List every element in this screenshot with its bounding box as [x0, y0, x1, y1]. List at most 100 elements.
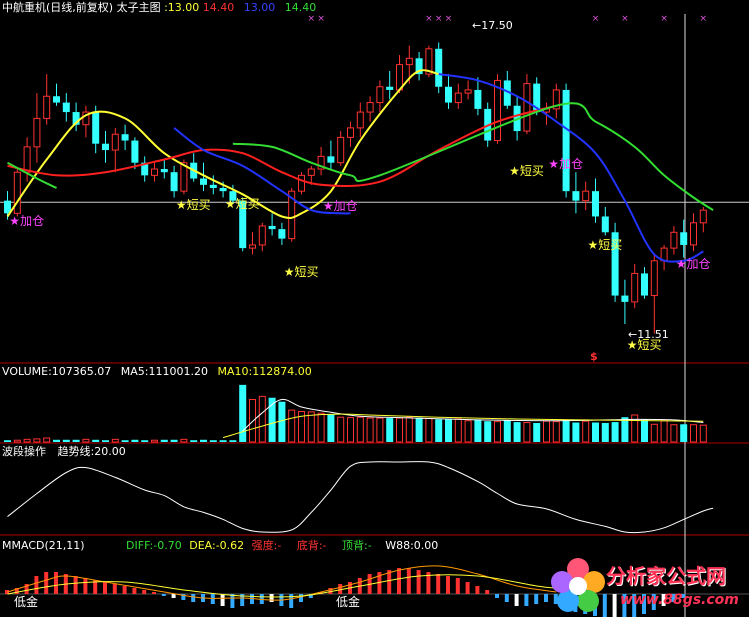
low-gold-signal-1: 低金: [14, 595, 39, 609]
macd-name: MMACD(21,11): [2, 539, 85, 552]
macd-bar: [171, 594, 176, 598]
macd-bar: [485, 590, 490, 594]
volume-bar: [317, 412, 325, 443]
candle-body: [160, 169, 168, 173]
volume-bar: [239, 384, 247, 442]
volume-bar: [82, 438, 90, 443]
macd-bar: [103, 582, 107, 594]
candle-body: [13, 171, 21, 214]
macd-bar: [83, 578, 88, 594]
volume-bar: [611, 422, 619, 442]
top-marker-2: ×: [425, 14, 433, 24]
volume-bar: [337, 416, 345, 443]
macd-bar: [455, 578, 460, 594]
main-v2: 14.40: [202, 1, 235, 14]
volume-bar: [503, 420, 511, 442]
signal-5: ★短买: [509, 164, 544, 178]
candle-body: [33, 117, 41, 148]
top-marker-1: ×: [317, 14, 325, 24]
candle-body: [111, 133, 119, 151]
signal-label: 短买: [294, 264, 319, 279]
volume-bar: [4, 440, 11, 442]
candle-body: [680, 232, 688, 245]
volume-bar: [131, 439, 139, 442]
candle-body: [249, 244, 256, 249]
macd-top: 顶背:-: [342, 539, 372, 552]
macd-bar: [152, 592, 156, 594]
candle-body: [572, 191, 580, 201]
volume-bar: [258, 395, 266, 443]
candle-body: [650, 260, 658, 297]
volume-bar: [386, 418, 394, 442]
volume-bar: [141, 440, 149, 442]
candle-body: [278, 229, 286, 239]
price-line-1: [7, 104, 557, 188]
volume-bar: [523, 422, 531, 443]
volume-bar: [415, 417, 423, 442]
volume-bar: [445, 418, 452, 442]
candle-body: [102, 143, 109, 151]
signal-9: ★加仓: [676, 257, 711, 271]
macd-bar: [73, 576, 78, 594]
volume-bar: [72, 439, 80, 442]
volume-bar: [650, 423, 658, 443]
macd-bar: [495, 594, 499, 598]
volume-bar: [543, 420, 550, 443]
macd-bar: [44, 572, 49, 594]
volume-bar: [53, 439, 60, 442]
candle-body: [454, 92, 462, 104]
candle-body: [523, 83, 531, 132]
wave-line: [7, 461, 714, 534]
volume-bar: [396, 417, 403, 443]
macd-bar: [475, 586, 480, 594]
candle-body: [631, 272, 639, 303]
candle-body: [494, 79, 501, 142]
candle-body: [170, 172, 178, 192]
volume-bar: [533, 422, 541, 442]
chart-canvas[interactable]: × × × × × × × × ×: [0, 0, 749, 617]
macd-header: MMACD(21,11) DIFF:-0.70 DEA:-0.62 强度:- 底…: [2, 539, 438, 552]
candle-body: [307, 168, 315, 176]
volume-bar: [474, 419, 482, 442]
star-icon: ★: [587, 237, 599, 252]
main-v3: 13.00: [243, 1, 276, 14]
candle-body: [200, 178, 207, 185]
candle-body: [62, 102, 70, 113]
star-icon: ★: [626, 337, 638, 352]
volume-bar: [102, 440, 109, 442]
macd-bar: [269, 594, 274, 602]
candle-body: [582, 190, 590, 202]
volume-bar: [23, 438, 31, 443]
candle-body: [23, 146, 31, 173]
candle-body: [474, 89, 482, 109]
macd-bar: [34, 576, 39, 594]
star-icon: ★: [509, 163, 520, 178]
volume-bar: [111, 438, 119, 443]
signal-label: 短买: [598, 237, 623, 252]
volume-bar: [92, 439, 100, 442]
top-marker-4: ×: [445, 14, 453, 24]
wave-header: 波段操作 趋势线:20.00: [2, 445, 126, 458]
signal-label: 加仓: [20, 214, 45, 229]
volume-bar: [562, 419, 570, 442]
main-v4: 14.40: [284, 1, 317, 14]
volume-bar: [307, 411, 315, 443]
volume-bar: [366, 417, 374, 443]
volume-bar: [180, 438, 188, 443]
high-arrow: ←: [472, 19, 482, 32]
volume-bar: [278, 401, 286, 442]
macd-bar: [191, 594, 196, 602]
signal-label: 短买: [186, 198, 211, 213]
volume-bar: [454, 418, 462, 443]
signal-8: ★短买: [627, 338, 662, 352]
macd-bar: [230, 594, 235, 608]
candle-body: [386, 86, 394, 90]
volume-bar: [592, 422, 599, 442]
signal-6: ★加仓: [548, 157, 583, 171]
macd-bar: [122, 586, 127, 594]
candle-body: [405, 57, 413, 66]
volume-header: VOLUME:107365.07 MA5:111001.20 MA10:1128…: [2, 365, 312, 378]
top-marker-3: ×: [435, 14, 443, 24]
candle-body: [43, 95, 51, 119]
signal-label: 短买: [519, 163, 544, 178]
